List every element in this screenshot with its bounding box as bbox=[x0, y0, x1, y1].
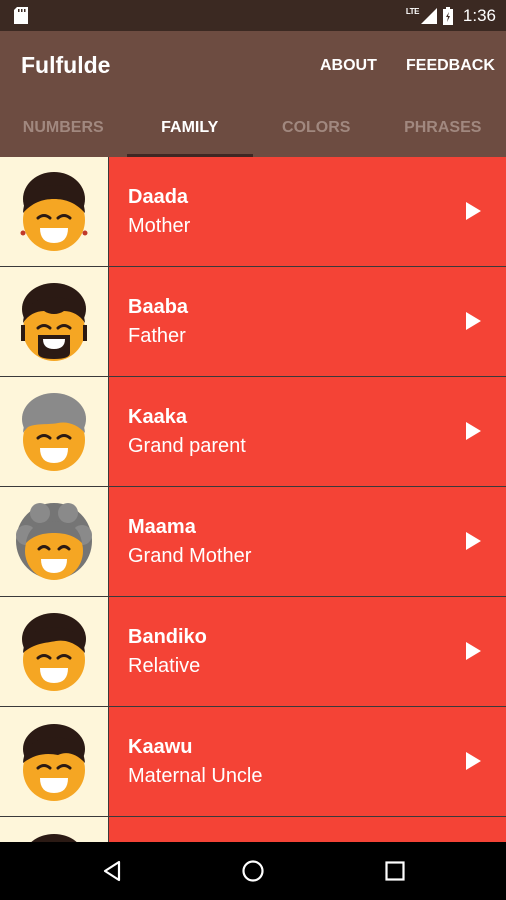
play-icon[interactable] bbox=[464, 531, 482, 551]
english-translation: Maternal Uncle bbox=[128, 765, 263, 787]
about-button[interactable]: ABOUT bbox=[320, 31, 377, 100]
back-button[interactable] bbox=[82, 842, 142, 900]
fulfulde-word: Kaawu bbox=[128, 736, 193, 758]
thumbnail bbox=[0, 597, 109, 706]
sd-card-icon bbox=[14, 7, 28, 24]
mother-face-icon bbox=[20, 172, 88, 251]
app-bar: Fulfulde ABOUT FEEDBACK bbox=[0, 31, 506, 100]
father-face-icon bbox=[21, 283, 87, 361]
grandmother-face-icon bbox=[16, 503, 92, 580]
english-translation: Grand parent bbox=[128, 435, 246, 457]
system-nav-bar bbox=[0, 842, 506, 900]
tab-numbers[interactable]: NUMBERS bbox=[0, 100, 127, 157]
play-icon[interactable] bbox=[464, 311, 482, 331]
thumbnail bbox=[0, 817, 109, 842]
tab-colors[interactable]: COLORS bbox=[253, 100, 380, 157]
list-item[interactable]: Maama Grand Mother bbox=[0, 487, 506, 597]
relative-face-icon bbox=[22, 613, 86, 691]
play-icon[interactable] bbox=[464, 421, 482, 441]
list-item[interactable]: Baaba Father bbox=[0, 267, 506, 377]
list-item[interactable]: Bandiko Relative bbox=[0, 597, 506, 707]
app-title: Fulfulde bbox=[21, 52, 111, 78]
family-member-face-icon bbox=[31, 834, 77, 842]
fulfulde-word: Kaaka bbox=[128, 406, 187, 428]
fulfulde-word: Baaba bbox=[128, 296, 189, 318]
thumbnail bbox=[0, 157, 109, 266]
list-item[interactable] bbox=[0, 817, 506, 842]
back-icon bbox=[103, 860, 121, 882]
thumbnail bbox=[0, 487, 109, 596]
list-item[interactable]: Kaawu Maternal Uncle bbox=[0, 707, 506, 817]
list-item[interactable]: Daada Mother bbox=[0, 157, 506, 267]
fulfulde-word: Maama bbox=[128, 516, 196, 538]
battery-icon bbox=[442, 6, 453, 25]
fulfulde-word: Daada bbox=[128, 186, 189, 208]
fulfulde-word: Bandiko bbox=[128, 626, 207, 648]
thumbnail bbox=[0, 707, 109, 816]
english-translation: Father bbox=[128, 325, 186, 347]
recents-icon bbox=[385, 861, 405, 881]
english-translation: Relative bbox=[128, 655, 201, 677]
feedback-button[interactable]: FEEDBACK bbox=[406, 31, 495, 100]
signal-icon bbox=[420, 7, 437, 24]
list-item[interactable]: Kaaka Grand parent bbox=[0, 377, 506, 487]
play-icon[interactable] bbox=[464, 201, 482, 221]
play-icon[interactable] bbox=[464, 751, 482, 771]
tab-phrases[interactable]: PHRASES bbox=[380, 100, 506, 157]
home-button[interactable] bbox=[223, 842, 283, 900]
status-bar: LTE 1:36 bbox=[0, 0, 506, 31]
english-translation: Grand Mother bbox=[128, 545, 252, 567]
grandparent-face-icon bbox=[22, 393, 86, 471]
english-translation: Mother bbox=[128, 215, 191, 237]
category-tabs: NUMBERS FAMILY COLORS PHRASES bbox=[0, 100, 506, 157]
network-type: LTE bbox=[405, 7, 420, 16]
thumbnail bbox=[0, 267, 109, 376]
family-word-list: Daada Mother Baaba Father Kaaka Grand pa… bbox=[0, 157, 506, 842]
thumbnail bbox=[0, 377, 109, 486]
uncle-face-icon bbox=[23, 724, 85, 801]
tab-family[interactable]: FAMILY bbox=[126, 100, 254, 157]
recents-button[interactable] bbox=[365, 842, 425, 900]
home-icon bbox=[242, 860, 264, 882]
play-icon[interactable] bbox=[464, 641, 482, 661]
clock: 1:36 bbox=[462, 5, 496, 25]
